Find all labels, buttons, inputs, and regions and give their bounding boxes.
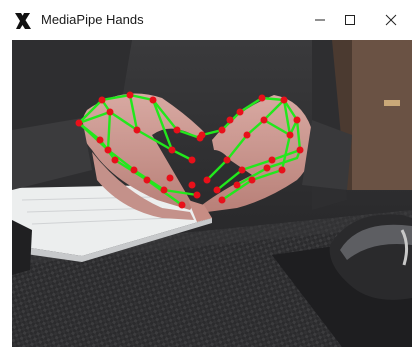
maximize-icon [345,15,355,25]
camera-frame [12,40,412,347]
title-bar[interactable]: MediaPipe Hands [0,0,412,40]
maximize-button[interactable] [327,0,373,40]
camera-feed-view [12,40,412,347]
cabinet [352,40,412,190]
close-icon [385,14,397,26]
close-button[interactable] [368,0,412,40]
cabinet-handle [384,100,400,106]
minimize-icon [315,19,325,21]
app-window: MediaPipe Hands [0,0,412,347]
mediapipe-x-icon [15,13,31,29]
window-title: MediaPipe Hands [41,12,144,27]
